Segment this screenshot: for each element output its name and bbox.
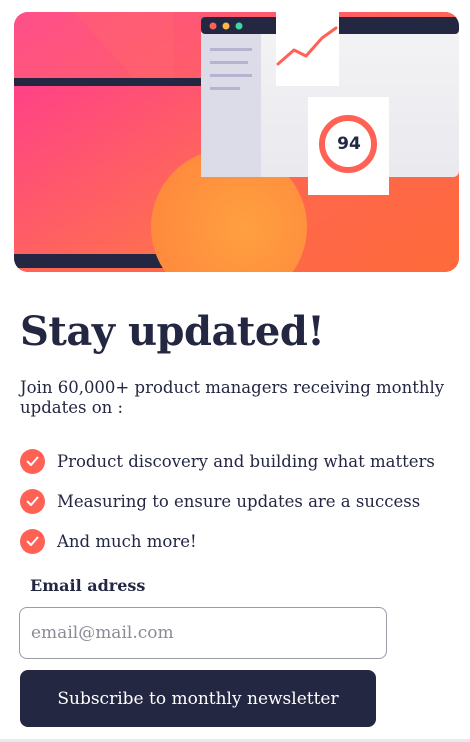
page-title: Stay updated! <box>20 308 325 355</box>
check-icon <box>20 448 45 474</box>
list-item: And much more! <box>20 521 460 561</box>
list-item: Product discovery and building what matt… <box>20 441 460 481</box>
feature-label: Product discovery and building what matt… <box>57 451 435 471</box>
email-label: Email adress <box>30 576 146 595</box>
subscribe-button[interactable]: Subscribe to monthly newsletter <box>20 670 376 727</box>
score-value: 94 <box>337 134 361 154</box>
hero-illustration-graphic <box>14 12 459 272</box>
hero-illustration: 94 <box>14 12 459 272</box>
list-item: Measuring to ensure updates are a succes… <box>20 481 460 521</box>
intro-text: Join 60,000+ product managers receiving … <box>20 378 445 417</box>
email-field[interactable] <box>19 607 387 659</box>
check-icon <box>20 488 45 514</box>
feature-label: And much more! <box>57 531 197 551</box>
check-icon <box>20 528 45 554</box>
feature-label: Measuring to ensure updates are a succes… <box>57 491 421 511</box>
feature-list: Product discovery and building what matt… <box>20 441 460 561</box>
